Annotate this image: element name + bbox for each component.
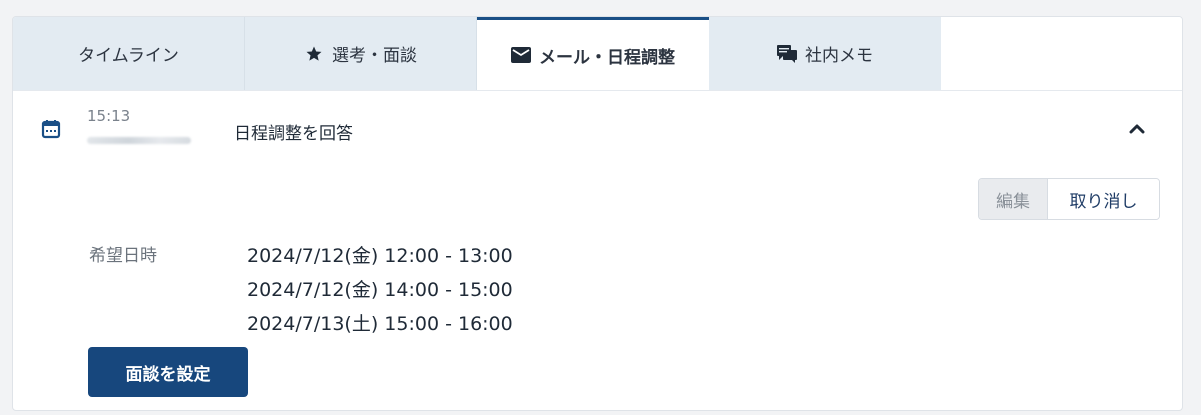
set-interview-button[interactable]: 面談を設定 xyxy=(88,347,248,397)
entry-time: 15:13 xyxy=(87,107,131,125)
tab-mail-schedule[interactable]: メール・日程調整 xyxy=(477,17,709,90)
tab-internal-memo[interactable]: 社内メモ xyxy=(709,17,941,90)
detail-panel: タイムライン 選考・面談 メール・日程調整 社内メモ 15:13 日程調整を回答… xyxy=(12,16,1183,411)
chevron-up-icon[interactable] xyxy=(1125,117,1149,141)
slot-item: 2024/7/12(金) 12:00 - 13:00 xyxy=(247,245,513,267)
tab-label: 選考・面談 xyxy=(332,46,417,66)
tab-divider xyxy=(13,90,1182,91)
slot-item: 2024/7/12(金) 14:00 - 15:00 xyxy=(247,279,513,301)
tab-bar: タイムライン 選考・面談 メール・日程調整 社内メモ xyxy=(13,17,941,90)
preferred-datetime-label: 希望日時 xyxy=(89,246,157,266)
star-icon xyxy=(304,44,324,64)
tab-selection-interview[interactable]: 選考・面談 xyxy=(245,17,477,90)
calendar-icon xyxy=(41,119,61,139)
tab-bar-filler xyxy=(941,17,1182,90)
edit-button[interactable]: 編集 xyxy=(979,179,1047,219)
cancel-button[interactable]: 取り消し xyxy=(1047,179,1159,219)
tab-label: メール・日程調整 xyxy=(539,47,675,68)
app-frame: タイムライン 選考・面談 メール・日程調整 社内メモ 15:13 日程調整を回答… xyxy=(0,0,1201,415)
chat-icon xyxy=(777,44,797,64)
slot-item: 2024/7/13(土) 15:00 - 16:00 xyxy=(247,313,513,335)
entry-actions: 編集 取り消し xyxy=(978,178,1160,220)
mail-icon xyxy=(511,45,531,65)
tab-timeline[interactable]: タイムライン xyxy=(13,17,245,90)
tab-label: タイムライン xyxy=(78,46,179,66)
preferred-slots: 2024/7/12(金) 12:00 - 13:00 2024/7/12(金) … xyxy=(247,239,513,341)
tab-label: 社内メモ xyxy=(805,46,873,66)
entry-title: 日程調整を回答 xyxy=(234,124,353,144)
redacted-author xyxy=(87,137,191,144)
